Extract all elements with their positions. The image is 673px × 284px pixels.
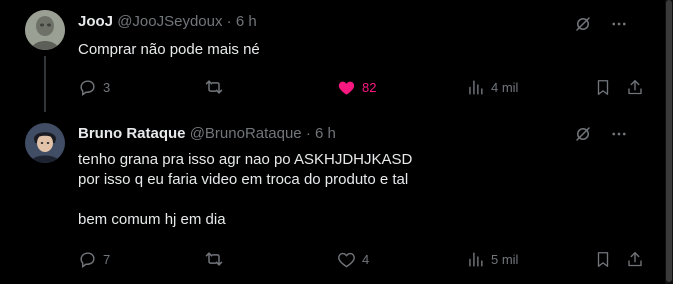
timestamp[interactable]: 6 h xyxy=(315,125,336,142)
reply-icon xyxy=(80,79,95,96)
tweet-1[interactable]: JooJ @JooJSeydoux · 6 h Comprar não pode… xyxy=(0,0,665,114)
share-icon xyxy=(628,79,642,94)
retweet-button[interactable] xyxy=(204,77,230,97)
like-count: 4 xyxy=(362,251,370,267)
bookmark-icon xyxy=(597,251,609,267)
tweet-header-actions xyxy=(573,14,629,34)
like-button[interactable]: 82 xyxy=(337,77,376,97)
tweet-header: JooJ @JooJSeydoux · 6 h xyxy=(78,12,257,32)
author-name[interactable]: Bruno Rataque xyxy=(78,125,186,142)
timestamp[interactable]: 6 h xyxy=(236,13,257,30)
views-count: 4 mil xyxy=(491,79,519,95)
retweet-icon xyxy=(205,252,223,266)
author-handle[interactable]: @JooJSeydoux xyxy=(117,13,222,30)
author-handle[interactable]: @BrunoRataque xyxy=(190,125,302,142)
scrollbar-thumb[interactable] xyxy=(666,0,672,282)
like-icon xyxy=(338,252,355,267)
reply-count: 3 xyxy=(103,79,111,95)
views-count: 5 mil xyxy=(491,251,519,267)
like-button[interactable]: 4 xyxy=(337,249,369,269)
like-icon xyxy=(338,81,355,95)
retweet-icon xyxy=(205,80,223,94)
views-icon xyxy=(469,79,483,95)
more-icon[interactable] xyxy=(609,14,629,34)
reply-button[interactable]: 3 xyxy=(78,77,110,97)
separator-dot: · xyxy=(226,13,232,30)
thread-connector xyxy=(44,56,46,112)
more-icon[interactable] xyxy=(609,124,629,144)
avatar-bruno[interactable] xyxy=(25,123,65,163)
author-name[interactable]: JooJ xyxy=(78,13,113,30)
bookmark-button[interactable] xyxy=(594,249,612,269)
share-button[interactable] xyxy=(626,77,644,97)
views-button[interactable]: 4 mil xyxy=(466,77,518,97)
tweet-actions: 7 4 5 mil xyxy=(78,249,642,269)
tweet-actions: 3 82 4 mil xyxy=(78,77,642,97)
tweet-2[interactable]: Bruno Rataque @BrunoRataque · 6 h tenho … xyxy=(0,114,665,284)
reply-icon xyxy=(80,251,95,268)
separator-dot: · xyxy=(305,125,311,142)
like-count: 82 xyxy=(362,79,377,95)
bookmark-icon xyxy=(597,79,609,95)
bookmark-button[interactable] xyxy=(594,77,612,97)
grok-icon[interactable] xyxy=(573,124,593,144)
retweet-button[interactable] xyxy=(204,249,230,269)
share-button[interactable] xyxy=(626,249,644,269)
avatar-jooj[interactable] xyxy=(25,10,65,50)
share-icon xyxy=(628,251,642,266)
reply-button[interactable]: 7 xyxy=(78,249,110,269)
grok-icon[interactable] xyxy=(573,14,593,34)
views-icon xyxy=(469,251,483,267)
reply-count: 7 xyxy=(103,251,111,267)
tweet-text: Comprar não pode mais né xyxy=(78,41,260,58)
tweet-text: tenho grana pra isso agr nao po ASKHJDHJ… xyxy=(78,151,413,228)
tweet-header: Bruno Rataque @BrunoRataque · 6 h xyxy=(78,124,336,144)
views-button[interactable]: 5 mil xyxy=(466,249,518,269)
scrollbar[interactable] xyxy=(665,0,673,284)
timeline-panel: JooJ @JooJSeydoux · 6 h Comprar não pode… xyxy=(0,0,665,284)
tweet-header-actions xyxy=(573,124,629,144)
